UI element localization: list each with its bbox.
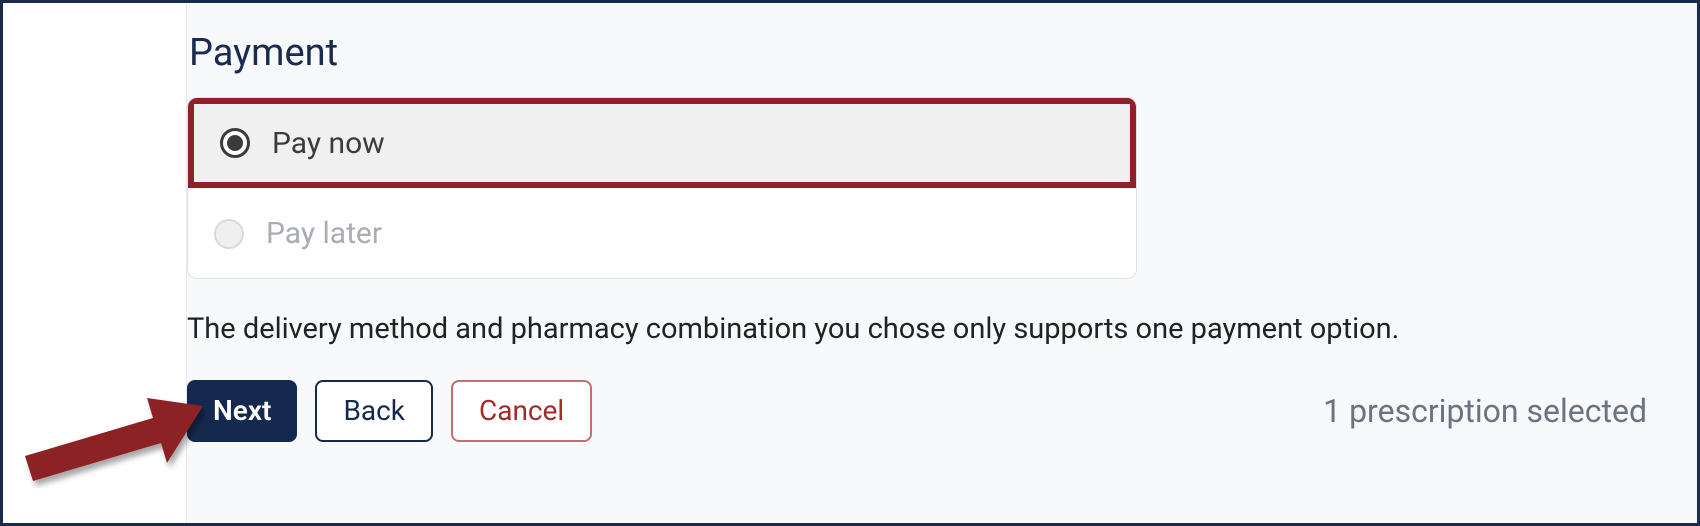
radio-label: Pay now [272, 126, 385, 161]
radio-option-pay-now[interactable]: Pay now [188, 98, 1136, 188]
payment-info-text: The delivery method and pharmacy combina… [187, 309, 1657, 350]
left-gutter [3, 3, 186, 523]
bottom-row: Next Back Cancel 1 prescription selected [187, 380, 1657, 442]
app-frame: Payment Pay now Pay later The delivery m… [0, 0, 1700, 526]
selection-status: 1 prescription selected [1323, 392, 1657, 430]
radio-label: Pay later [266, 216, 382, 251]
next-button[interactable]: Next [187, 380, 297, 442]
section-title: Payment [189, 31, 1657, 75]
button-group: Next Back Cancel [187, 380, 592, 442]
radio-selected-icon [220, 128, 250, 158]
radio-option-pay-later: Pay later [188, 188, 1136, 278]
content-area: Payment Pay now Pay later The delivery m… [186, 3, 1697, 523]
radio-disabled-icon [214, 219, 244, 249]
payment-radio-group: Pay now Pay later [187, 97, 1137, 279]
cancel-button[interactable]: Cancel [451, 380, 592, 442]
back-button[interactable]: Back [315, 380, 433, 442]
